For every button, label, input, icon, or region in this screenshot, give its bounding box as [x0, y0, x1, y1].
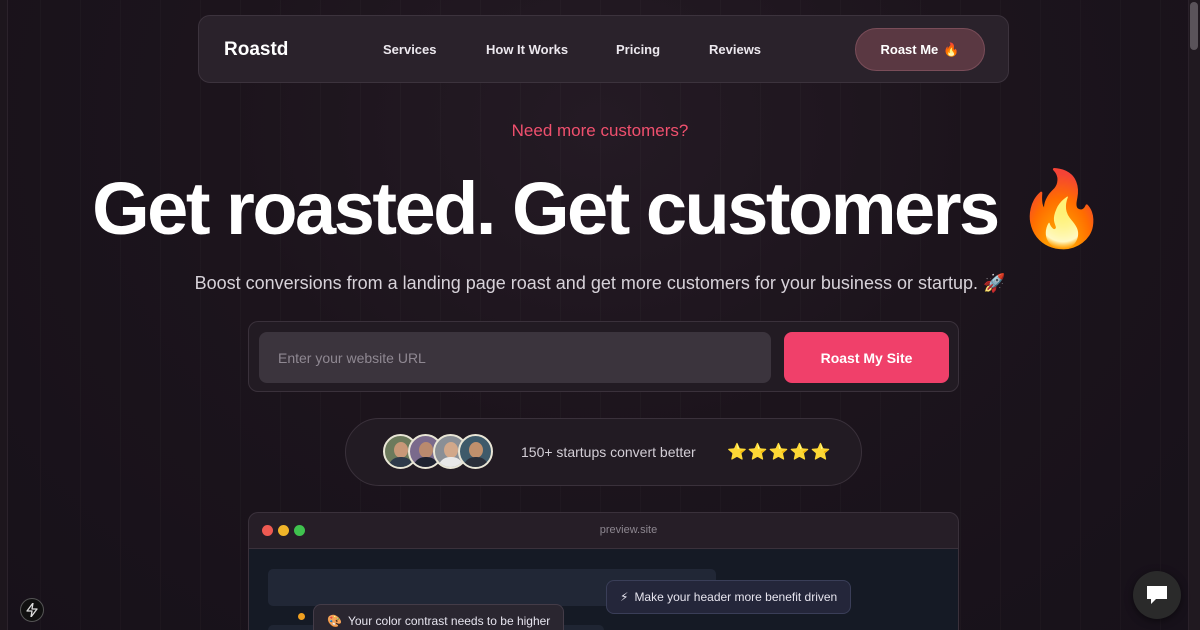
roast-my-site-button[interactable]: Roast My Site [784, 332, 949, 383]
palette-icon: 🎨 [327, 614, 342, 628]
dev-tools-badge[interactable] [20, 598, 44, 622]
headline-text: Get roasted. Get customers [92, 167, 1000, 250]
hero-eyebrow: Need more customers? [511, 121, 689, 140]
social-proof-text: 150+ startups convert better [521, 444, 696, 460]
nav-link-services[interactable]: Services [383, 42, 437, 57]
hero-subhead: Boost conversions from a landing page ro… [194, 273, 1006, 293]
nav-link-reviews[interactable]: Reviews [709, 42, 761, 57]
avatar [458, 434, 493, 469]
roast-tip: 🎨 Your color contrast needs to be higher [313, 604, 565, 630]
url-form: Roast My Site [248, 321, 959, 392]
bolt-icon: ⚡ [620, 590, 629, 604]
scrollbar[interactable] [1188, 0, 1200, 630]
roast-tip-text: Make your header more benefit driven [634, 590, 838, 604]
preview-content: ⚡ Make your header more benefit driven 🎨… [249, 549, 958, 630]
fire-icon: 🔥 [943, 41, 960, 57]
annotation-marker [298, 613, 305, 620]
top-navigation: Roastd Services How It Works Pricing Rev… [198, 15, 1009, 83]
chat-widget-button[interactable] [1133, 571, 1181, 619]
preview-title-bar: preview.site [249, 513, 958, 549]
scrollbar-thumb[interactable] [1190, 2, 1198, 50]
nav-link-pricing[interactable]: Pricing [616, 42, 660, 57]
social-proof-pill: 150+ startups convert better ⭐⭐⭐⭐⭐ [345, 418, 862, 486]
logo[interactable]: Roastd [224, 39, 288, 61]
roast-tip-text: Your color contrast needs to be higher [347, 614, 551, 628]
roast-me-label: Roast Me [880, 42, 939, 57]
preview-url: preview.site [599, 524, 658, 536]
site-preview-window: preview.site ⚡ Make your header more ben… [248, 512, 959, 630]
nav-link-how-it-works[interactable]: How It Works [486, 42, 568, 57]
chat-bubble-icon [1147, 586, 1167, 604]
hero-headline: Get roasted. Get customers 🔥 [0, 168, 1200, 250]
roast-me-button[interactable]: Roast Me 🔥 [855, 28, 985, 71]
bolt-icon [26, 603, 38, 617]
website-url-input[interactable] [259, 332, 771, 383]
fire-icon: 🔥 [1015, 167, 1108, 250]
window-edge [0, 0, 8, 630]
five-star-rating: ⭐⭐⭐⭐⭐ [727, 444, 832, 461]
roast-tip: ⚡ Make your header more benefit driven [606, 580, 852, 614]
